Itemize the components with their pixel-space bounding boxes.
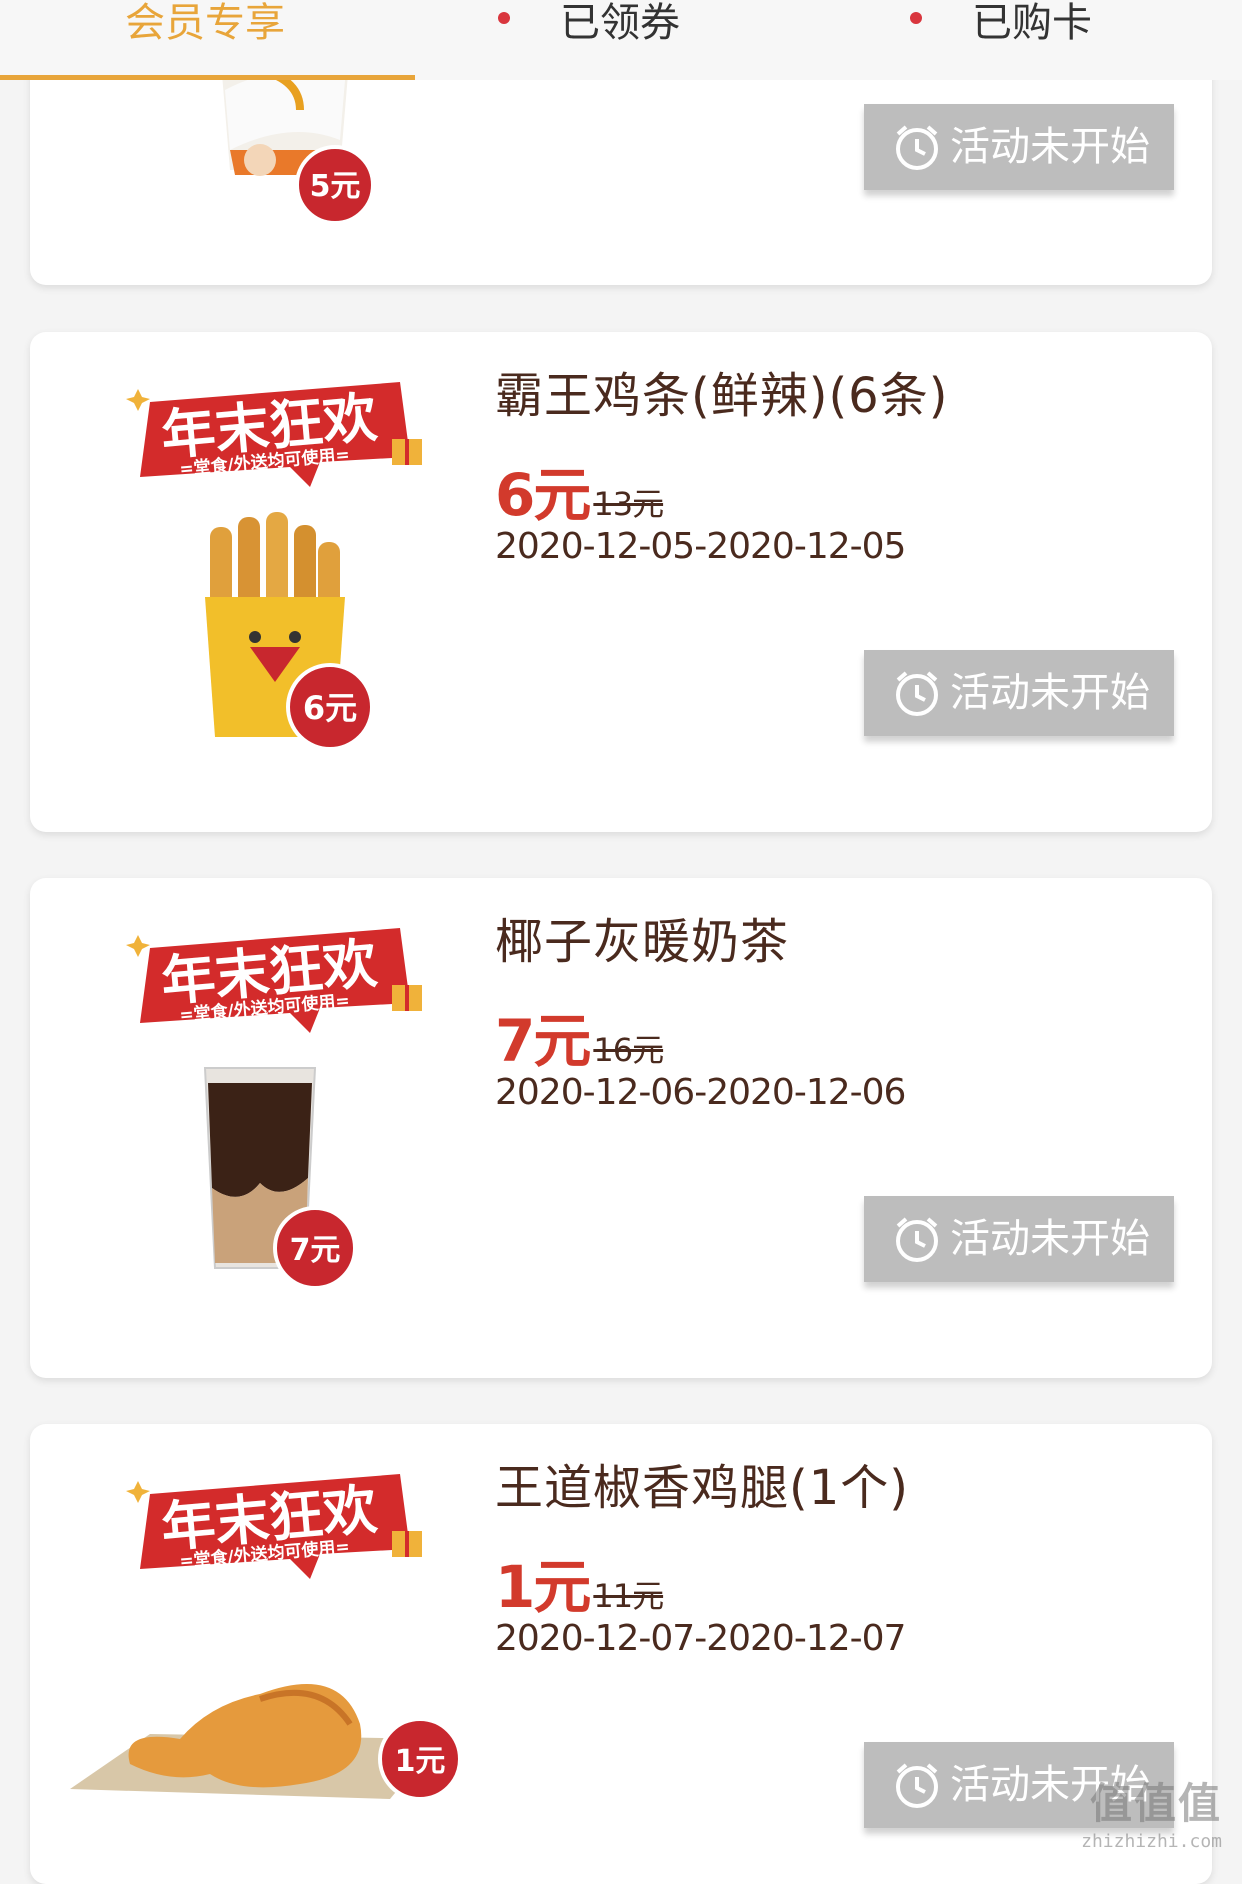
product-card: 年末狂欢 =堂食/外送均可使用= 6元 霸王鸡条(鲜辣)(6条) 6元13元 2…	[30, 332, 1212, 832]
product-name: 王道椒香鸡腿(1个)	[495, 1458, 1175, 1518]
product-info: 椰子灰暖奶茶 7元16元 2020-12-06-2020-12-06	[495, 912, 1175, 1113]
tab-label: 已领券	[560, 0, 680, 46]
product-image-drink-cup: 5元	[200, 50, 400, 250]
valid-dates: 2020-12-06-2020-12-06	[495, 1072, 1175, 1113]
product-image-chicken-leg: 1元	[60, 1624, 490, 1824]
alarm-clock-icon	[892, 122, 942, 172]
price-sticker: 6元	[303, 689, 357, 727]
activity-not-started-button[interactable]: 活动未开始	[864, 650, 1174, 736]
product-info: 王道椒香鸡腿(1个) 1元11元 2020-12-07-2020-12-07	[495, 1458, 1175, 1659]
tab-active-indicator	[0, 75, 415, 80]
product-image-chicken-strips: 6元	[150, 507, 410, 767]
product-card: 年末狂欢 =堂食/外送均可使用= 7元 椰子灰暖奶茶 7元16元 2020-12…	[30, 878, 1212, 1378]
original-price: 16元	[593, 1031, 663, 1069]
activity-not-started-button[interactable]: 活动未开始	[864, 1196, 1174, 1282]
original-price: 13元	[593, 485, 663, 523]
sale-price: 1元	[495, 1553, 589, 1621]
button-label: 活动未开始	[950, 1216, 1150, 1262]
product-image-milk-tea: 7元	[150, 1058, 410, 1318]
button-label: 活动未开始	[950, 670, 1150, 716]
valid-dates: 2020-12-07-2020-12-07	[495, 1618, 1175, 1659]
watermark-logo: 值值值	[1081, 1770, 1222, 1831]
sale-price: 7元	[495, 1007, 589, 1075]
original-price: 11元	[593, 1577, 663, 1615]
watermark: 值值值 zhizhizhi.com	[1081, 1770, 1222, 1852]
product-card: 年末狂欢 =堂食/外送均可使用= 1元 王道椒香鸡腿(1个) 1元11元 202…	[30, 1424, 1212, 1884]
price-sticker: 5元	[310, 169, 361, 204]
tab-label: 会员专享	[125, 0, 285, 46]
promo-badge: 年末狂欢 =堂食/外送均可使用=	[120, 923, 430, 1043]
price-sticker: 7元	[290, 1233, 341, 1268]
valid-dates: 2020-12-05-2020-12-05	[495, 526, 1175, 567]
price-row: 6元13元	[495, 448, 1175, 518]
tab-member-exclusive[interactable]: 会员专享	[125, 0, 285, 80]
button-label: 活动未开始	[950, 124, 1150, 170]
watermark-url: zhizhizhi.com	[1081, 1831, 1222, 1852]
alarm-clock-icon	[892, 668, 942, 718]
tab-bar: 会员专享 已领券 已购卡	[0, 0, 1242, 80]
product-info: 霸王鸡条(鲜辣)(6条) 6元13元 2020-12-05-2020-12-05	[495, 366, 1175, 567]
promo-badge: 年末狂欢 =堂食/外送均可使用=	[120, 1469, 430, 1589]
alarm-clock-icon	[892, 1760, 942, 1810]
activity-not-started-button[interactable]: 活动未开始	[864, 104, 1174, 190]
promo-badge: 年末狂欢 =堂食/外送均可使用=	[120, 377, 430, 497]
price-row: 7元16元	[495, 994, 1175, 1064]
notification-dot	[910, 12, 922, 24]
product-name: 霸王鸡条(鲜辣)(6条)	[495, 366, 1175, 426]
tab-label: 已购卡	[972, 0, 1092, 46]
product-name: 椰子灰暖奶茶	[495, 912, 1175, 972]
notification-dot	[498, 12, 510, 24]
price-sticker: 1元	[395, 1744, 446, 1779]
alarm-clock-icon	[892, 1214, 942, 1264]
sale-price: 6元	[495, 461, 589, 529]
price-row: 1元11元	[495, 1540, 1175, 1610]
